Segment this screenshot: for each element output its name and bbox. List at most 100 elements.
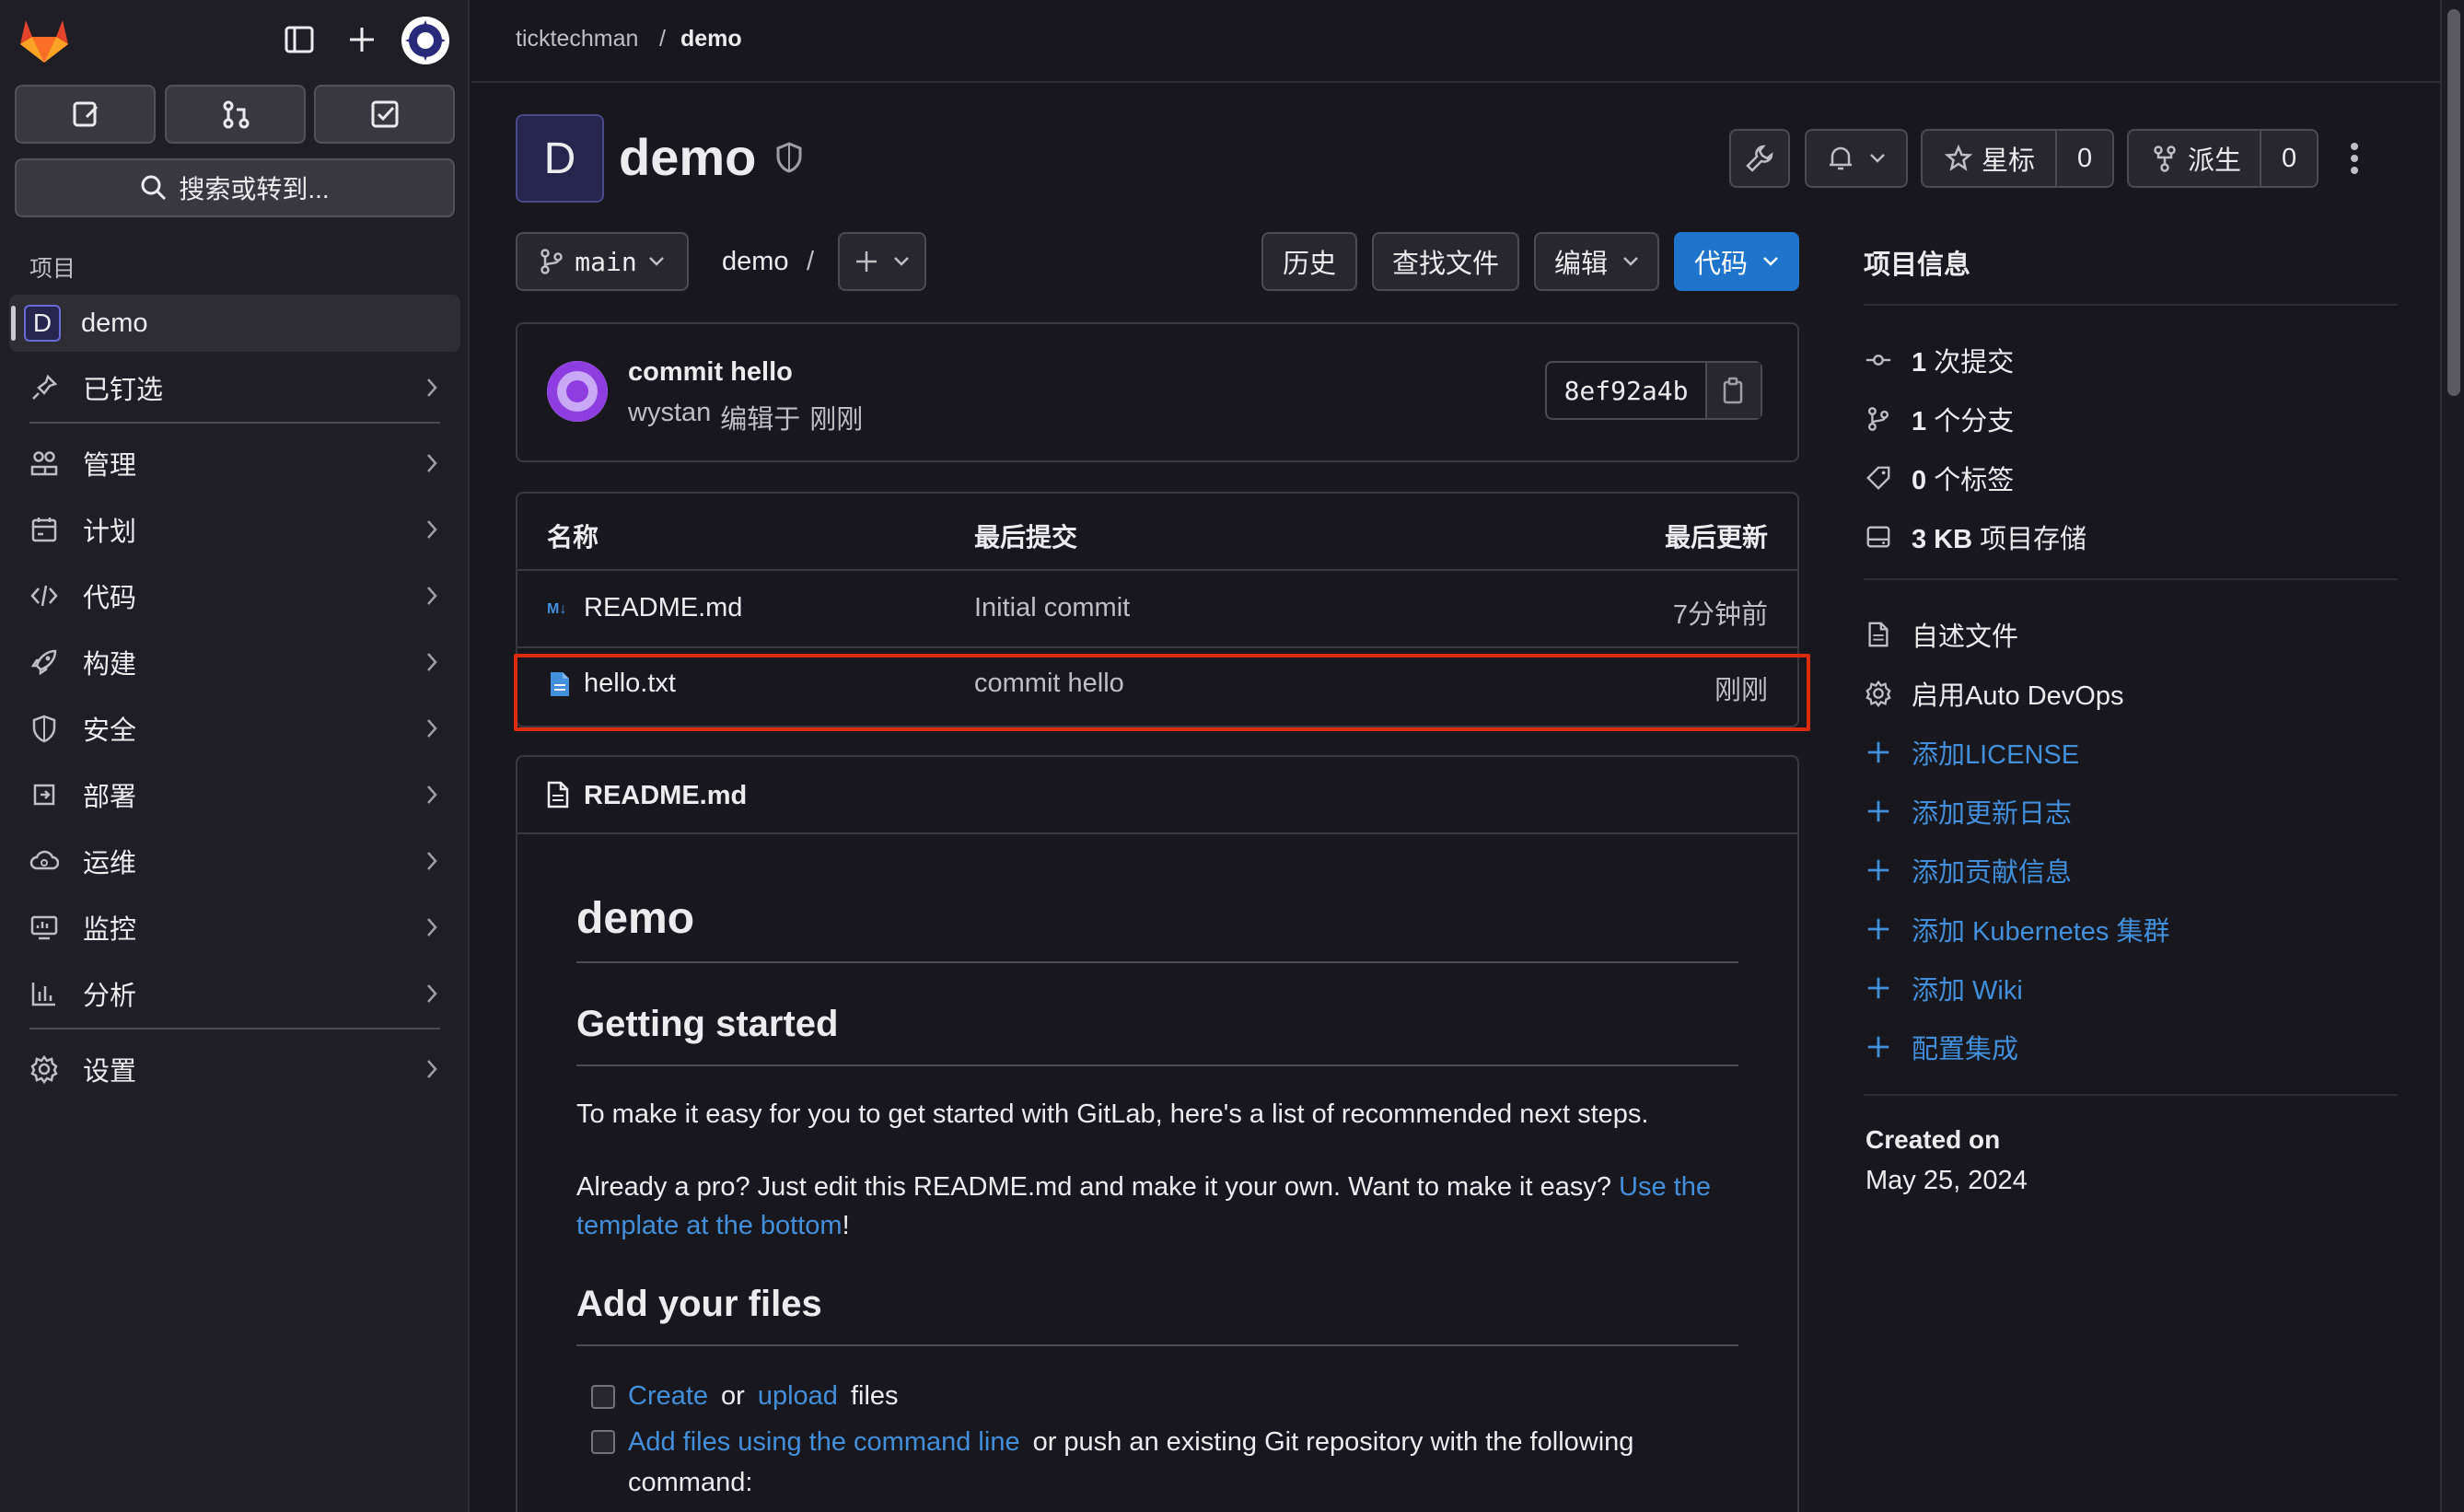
gitlab-logo[interactable] — [18, 17, 70, 64]
sidebar-item-label: 监控 — [83, 915, 137, 945]
project-info-link[interactable]: 自述文件 — [1864, 615, 2018, 654]
commit-sha[interactable]: 8ef92a4b — [1547, 363, 1707, 418]
star-button[interactable]: 星标 0 — [1921, 129, 2114, 188]
file-last-commit[interactable]: commit hello — [974, 669, 1124, 699]
stat-label: 个分支 — [1934, 407, 2015, 436]
commit-message[interactable]: commit hello — [628, 357, 793, 388]
chevron-right-icon — [425, 518, 438, 541]
readme-filename[interactable]: README.md — [584, 781, 747, 811]
file-updated: 刚刚 — [1714, 676, 1768, 705]
last-commit-panel: commit hello wystan 编辑于 刚刚 8ef92a4b — [516, 322, 1799, 462]
find-file-button[interactable]: 查找文件 — [1372, 232, 1519, 291]
template-link-cont[interactable]: template at the bottom — [576, 1211, 843, 1240]
create-link[interactable]: Create — [628, 1381, 708, 1412]
star-count: 0 — [2077, 144, 2093, 173]
todos-button[interactable] — [314, 85, 455, 144]
project-info-link[interactable]: 添加更新日志 — [1864, 792, 2072, 831]
project-info-link-label: 配置集成 — [1912, 1035, 2019, 1064]
branch-selector[interactable]: main — [516, 232, 689, 291]
project-info-link[interactable]: 启用Auto DevOps — [1864, 674, 2123, 713]
sidebar-item-3[interactable]: 代码 — [9, 567, 460, 624]
breadcrumb-project[interactable]: demo — [680, 26, 742, 52]
file-name[interactable]: README.md — [584, 593, 742, 623]
table-row[interactable]: hello.txt commit hello 刚刚 — [517, 648, 1797, 724]
bell-icon — [1830, 146, 1852, 170]
sidebar-item-5[interactable]: 安全 — [9, 700, 460, 757]
readme-p2-end: ! — [842, 1211, 850, 1240]
visibility-shield-icon — [775, 142, 803, 173]
project-info-link[interactable]: 配置集成 — [1864, 1028, 2018, 1066]
template-link[interactable]: Use the — [1619, 1172, 1711, 1202]
add-to-tree-button[interactable] — [838, 232, 926, 291]
sidebar-item-10[interactable]: 设置 — [9, 1041, 460, 1098]
sidebar-item-label: 已钉选 — [83, 376, 164, 405]
chevron-right-icon — [425, 850, 438, 872]
sidebar-item-7[interactable]: 运维 — [9, 832, 460, 890]
settings-wrench-button[interactable] — [1729, 129, 1790, 188]
project-stat[interactable]: 1 次提交 — [1864, 341, 2014, 379]
file-name[interactable]: hello.txt — [584, 669, 676, 699]
fork-count: 0 — [2282, 144, 2297, 173]
fork-button[interactable]: 派生 0 — [2127, 129, 2319, 188]
create-new-icon[interactable] — [346, 24, 378, 55]
chevron-right-icon — [425, 916, 438, 938]
users-icon — [29, 448, 59, 478]
breadcrumb-group[interactable]: ticktechman — [516, 26, 638, 52]
page-scrollbar[interactable] — [2440, 0, 2464, 1512]
sidebar-item-9[interactable]: 分析 — [9, 965, 460, 1022]
sidebar-item-1[interactable]: 管理 — [9, 435, 460, 492]
breadcrumb-separator: / — [659, 26, 666, 52]
copy-icon — [1723, 377, 1743, 404]
copy-sha-button[interactable] — [1707, 363, 1761, 418]
project-stat[interactable]: 1 个分支 — [1864, 400, 2014, 438]
sidebar-item-project[interactable]: D demo — [9, 295, 460, 352]
calendar-icon — [29, 515, 59, 544]
plus-icon — [1864, 974, 1893, 1002]
readme-p2-text: Already a pro? Just edit this README.md … — [576, 1172, 1611, 1202]
scrollbar-thumb[interactable] — [2447, 9, 2460, 396]
project-info-link[interactable]: 添加LICENSE — [1864, 733, 2079, 772]
readme-paragraph-1: To make it easy for you to get started w… — [576, 1099, 1649, 1129]
project-info-link[interactable]: 添加 Kubernetes 集群 — [1864, 910, 2169, 948]
sidebar-item-4[interactable]: 构建 — [9, 634, 460, 691]
project-info-link[interactable]: 添加 Wiki — [1864, 969, 2023, 1007]
sidebar-toggle-icon[interactable] — [284, 24, 315, 55]
project-info-link[interactable]: 添加贡献信息 — [1864, 851, 2072, 890]
history-button[interactable]: 历史 — [1261, 232, 1357, 291]
stat-value: 0 — [1912, 466, 1927, 495]
upload-link[interactable]: upload — [758, 1381, 838, 1412]
more-actions-icon[interactable] — [2350, 142, 2359, 175]
created-label: Created on — [1865, 1125, 2001, 1154]
project-stat[interactable]: 3 KB 项目存储 — [1864, 518, 2086, 556]
notification-button[interactable] — [1805, 129, 1908, 188]
svg-text:M↓: M↓ — [547, 601, 566, 617]
commit-author-avatar[interactable] — [547, 361, 608, 422]
document-icon — [1864, 621, 1893, 648]
search-button[interactable]: 搜索或转到... — [15, 158, 455, 217]
sidebar: 搜索或转到... 项目 D demo 已钉选 管理 计划 代码 构建 安全 部署 运维 监控 分析… — [0, 0, 470, 1512]
rocket-icon — [29, 647, 59, 677]
code-dropdown[interactable]: 代码 — [1674, 232, 1799, 291]
document-icon — [547, 781, 569, 808]
path-root[interactable]: demo — [722, 247, 789, 277]
sidebar-item-0[interactable]: 已钉选 — [9, 359, 460, 416]
commit-icon — [1864, 346, 1893, 374]
project-stat[interactable]: 0 个标签 — [1864, 459, 2014, 497]
task-checkbox[interactable] — [591, 1430, 615, 1454]
chevron-down-icon — [1763, 257, 1778, 266]
issues-button[interactable] — [15, 85, 156, 144]
sidebar-item-6[interactable]: 部署 — [9, 766, 460, 823]
sidebar-item-8[interactable]: 监控 — [9, 899, 460, 956]
task-checkbox[interactable] — [591, 1384, 615, 1409]
sidebar-item-2[interactable]: 计划 — [9, 501, 460, 558]
command-line-link[interactable]: Add files using the command line — [628, 1422, 1020, 1462]
table-row[interactable]: M↓ README.md Initial commit 7分钟前 — [517, 571, 1797, 646]
file-last-commit[interactable]: Initial commit — [974, 593, 1130, 623]
file-updated: 7分钟前 — [1672, 600, 1768, 630]
project-avatar: D — [24, 305, 61, 342]
commit-author[interactable]: wystan — [628, 398, 711, 436]
merge-requests-button[interactable] — [165, 85, 306, 144]
search-label: 搜索或转到... — [179, 175, 330, 204]
edit-dropdown[interactable]: 编辑 — [1534, 232, 1659, 291]
user-avatar[interactable] — [401, 17, 449, 64]
